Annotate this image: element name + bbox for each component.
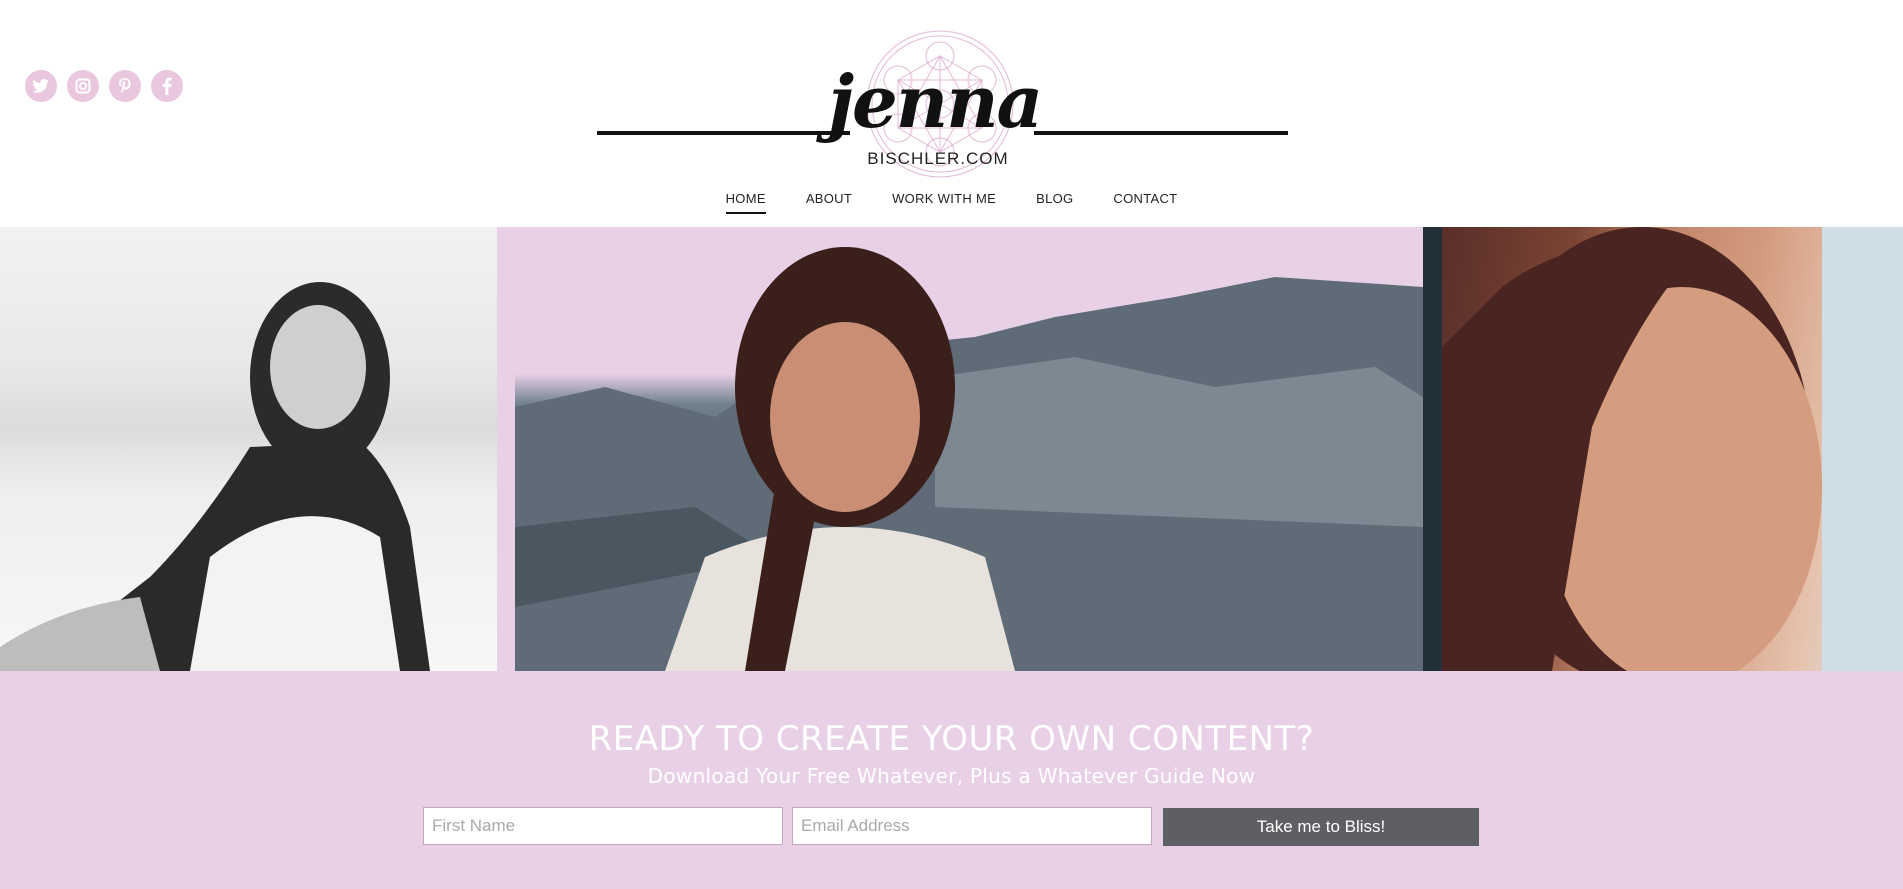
optin-banner: READY TO CREATE YOUR OWN CONTENT? Downlo… <box>0 671 1903 889</box>
logo-right-rule <box>1034 131 1288 135</box>
nav-work-with-me[interactable]: WORK WITH ME <box>892 191 996 214</box>
photo-divider <box>1423 227 1442 671</box>
nav-blog[interactable]: BLOG <box>1036 191 1073 214</box>
optin-subheading: Download Your Free Whatever, Plus a What… <box>647 764 1256 788</box>
nav-home[interactable]: HOME <box>725 191 766 214</box>
portrait-photo-closeup <box>1442 227 1903 671</box>
portrait-photo-rocks <box>515 227 1423 671</box>
email-input[interactable] <box>792 807 1152 845</box>
portrait-photo-bw <box>0 227 497 671</box>
logo-script-name: jenna <box>828 59 1043 144</box>
optin-heading: READY TO CREATE YOUR OWN CONTENT? <box>588 719 1315 759</box>
nav-about[interactable]: ABOUT <box>806 191 852 214</box>
logo-left-rule <box>597 131 850 135</box>
site-logo[interactable]: jenna BISCHLER.COM <box>0 28 1903 178</box>
nav-contact[interactable]: CONTACT <box>1113 191 1177 214</box>
logo-domain: BISCHLER.COM <box>867 149 1009 168</box>
hero-photo-strip <box>0 227 1903 671</box>
submit-button[interactable]: Take me to Bliss! <box>1163 808 1479 846</box>
main-nav: HOME ABOUT WORK WITH ME BLOG CONTACT <box>0 191 1903 214</box>
first-name-input[interactable] <box>423 807 783 845</box>
